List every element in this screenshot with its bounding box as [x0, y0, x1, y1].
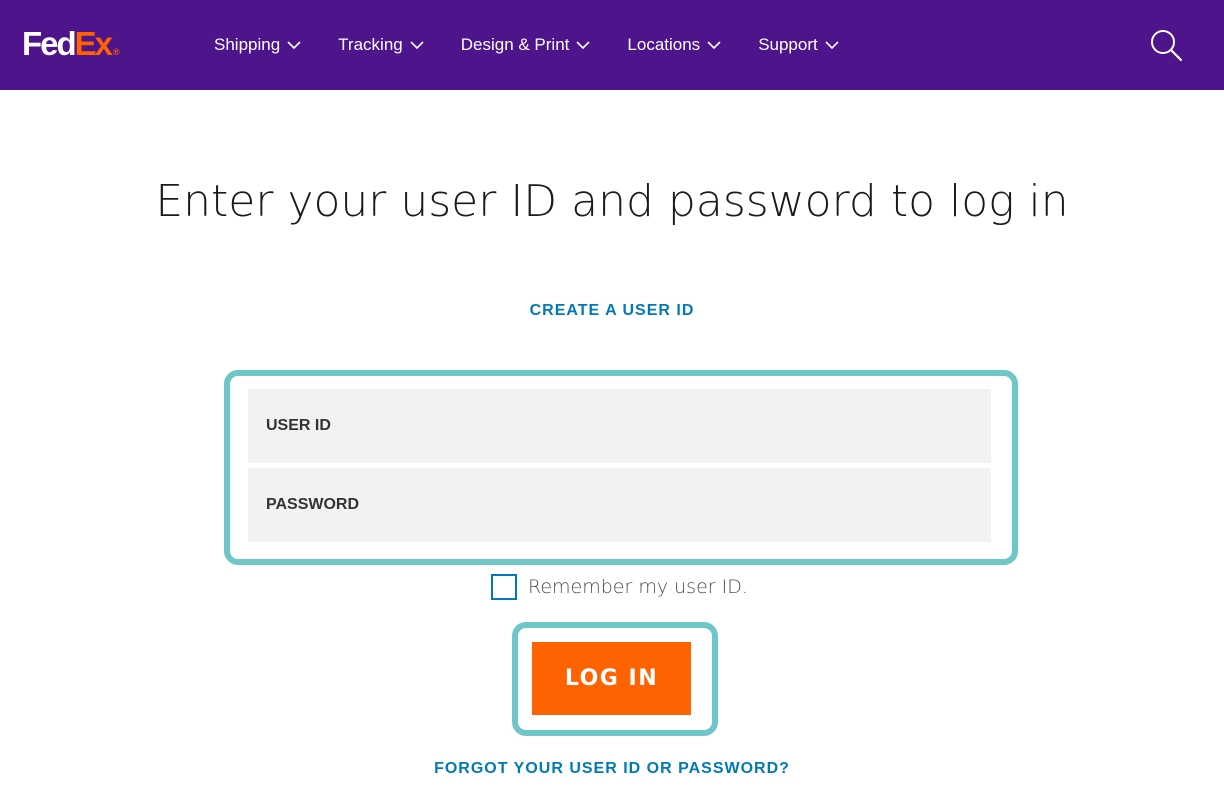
- nav-design-print-label: Design & Print: [460, 35, 570, 54]
- nav-support-label: Support: [758, 35, 818, 54]
- log-in-button[interactable]: LOG IN: [532, 642, 691, 715]
- logo-fed: Fed: [22, 25, 77, 62]
- chevron-down-icon: [287, 40, 301, 49]
- top-nav-bar: Fed Ex ® Shipping Tracking Design & Print …: [0, 0, 1224, 90]
- nav-design-print[interactable]: Design & Print: [461, 35, 591, 55]
- remember-label: Remember my user ID.: [528, 576, 748, 598]
- user-id-input[interactable]: [248, 389, 991, 463]
- chevron-down-icon: [825, 40, 839, 49]
- search-icon: [1151, 30, 1183, 62]
- nav-tracking[interactable]: Tracking: [338, 35, 424, 55]
- chevron-down-icon: [576, 40, 590, 49]
- logo-ex: Ex: [74, 25, 113, 62]
- create-user-id-link[interactable]: CREATE A USER ID: [0, 302, 1224, 320]
- nav-shipping[interactable]: Shipping: [214, 35, 301, 55]
- remember-user-id: Remember my user ID.: [491, 574, 748, 600]
- remember-checkbox[interactable]: [491, 574, 517, 600]
- logo-registered: ®: [113, 47, 120, 57]
- chevron-down-icon: [410, 40, 424, 49]
- forgot-credentials-link[interactable]: FORGOT YOUR USER ID OR PASSWORD?: [0, 760, 1224, 778]
- nav-shipping-label: Shipping: [214, 35, 281, 54]
- nav-tracking-label: Tracking: [338, 35, 403, 54]
- nav-support[interactable]: Support: [758, 35, 839, 55]
- nav-locations[interactable]: Locations: [627, 35, 721, 55]
- page-title: Enter your user ID and password to log i…: [155, 176, 1069, 227]
- chevron-down-icon: [707, 40, 721, 49]
- fedex-logo[interactable]: Fed Ex ®: [22, 26, 120, 62]
- nav-locations-label: Locations: [627, 35, 701, 54]
- main-nav: Shipping Tracking Design & Print Locatio…: [214, 0, 876, 90]
- password-input[interactable]: [248, 468, 991, 542]
- search-button[interactable]: [1148, 28, 1184, 64]
